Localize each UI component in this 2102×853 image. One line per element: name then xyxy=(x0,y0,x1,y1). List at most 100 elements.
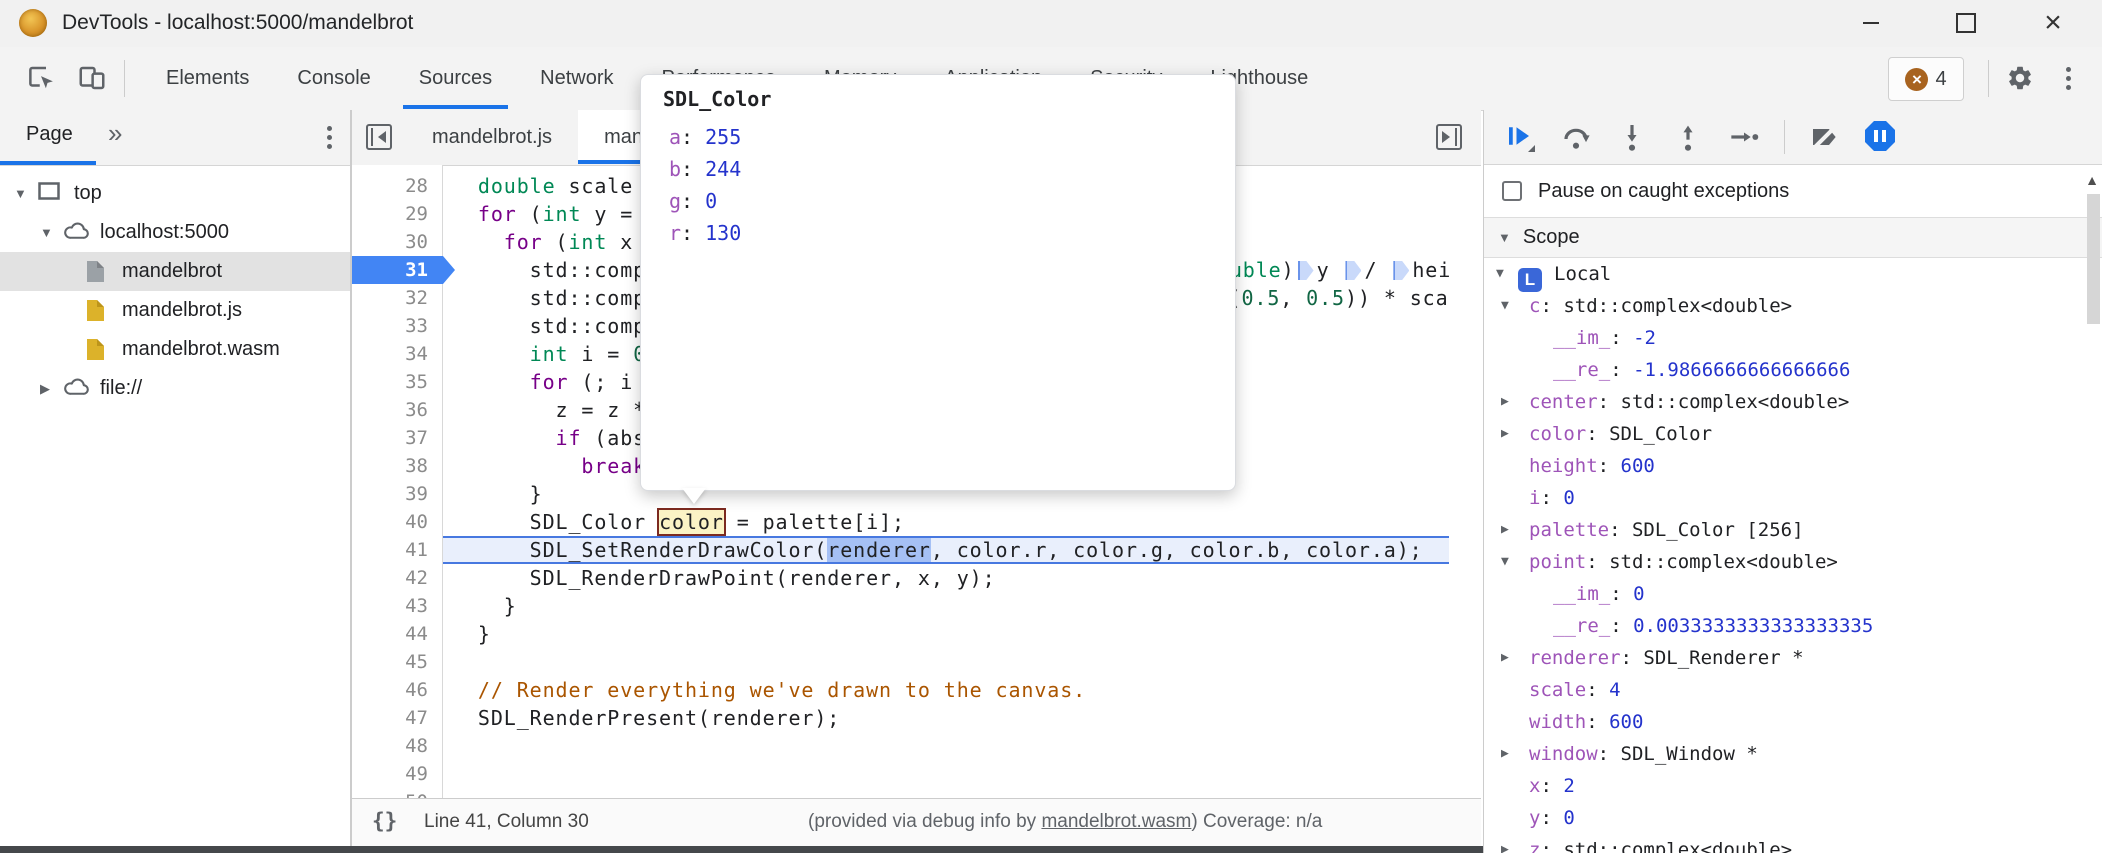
scope-row-Local[interactable]: ▼LLocal xyxy=(1484,258,2102,290)
step-into-icon[interactable] xyxy=(1616,121,1648,153)
code-line-49[interactable] xyxy=(443,760,1449,788)
chevron-down-icon[interactable]: ▼ xyxy=(14,186,27,201)
gutter-line-36[interactable]: 36 xyxy=(352,396,442,424)
chevron-right-icon[interactable]: ▶ xyxy=(1501,834,1509,853)
wasm-link[interactable]: mandelbrot.wasm xyxy=(1041,811,1191,832)
pause-on-caught-checkbox[interactable] xyxy=(1502,181,1522,201)
gutter-line-49[interactable]: 49 xyxy=(352,760,442,788)
resume-icon[interactable] xyxy=(1504,121,1536,153)
gear-icon[interactable] xyxy=(2006,64,2034,92)
minimize-button[interactable] xyxy=(1840,0,1902,46)
chevron-right-icon[interactable]: ▶ xyxy=(1501,738,1509,770)
chevron-right-icon[interactable]: ▶ xyxy=(1501,418,1509,450)
code-line-43[interactable]: } xyxy=(443,592,1449,620)
gutter-line-35[interactable]: 35 xyxy=(352,368,442,396)
selected-token-renderer[interactable]: renderer xyxy=(827,538,931,562)
step-icon[interactable] xyxy=(1728,121,1760,153)
step-out-icon[interactable] xyxy=(1672,121,1704,153)
scope-section-header[interactable]: ▼ Scope xyxy=(1484,217,2102,258)
kebab-menu-icon[interactable] xyxy=(2066,67,2071,90)
chevron-right-icon[interactable]: ▶ xyxy=(1501,642,1509,674)
code-line-45[interactable] xyxy=(443,648,1449,676)
tree-item-localhost-5000[interactable]: ▼localhost:5000 xyxy=(0,213,350,252)
deactivate-breakpoints-icon[interactable] xyxy=(1809,121,1841,153)
tab-console[interactable]: Console xyxy=(297,47,370,109)
chevron-down-icon[interactable]: ▼ xyxy=(40,225,53,240)
gutter-line-33[interactable]: 33 xyxy=(352,312,442,340)
scope-row-re[interactable]: __re_: 0.0033333333333333335 xyxy=(1484,610,2102,642)
pause-on-exceptions-icon[interactable] xyxy=(1865,121,1897,153)
gutter-line-47[interactable]: 47 xyxy=(352,704,442,732)
tab-page[interactable]: Page xyxy=(26,123,73,146)
tree-item-mandelbrot.wasm[interactable]: mandelbrot.wasm xyxy=(0,330,350,369)
scope-row-color[interactable]: ▶color: SDL_Color xyxy=(1484,418,2102,450)
gutter-line-39[interactable]: 39 xyxy=(352,480,442,508)
navigator-menu-icon[interactable] xyxy=(327,126,332,149)
scope-row-im[interactable]: __im_: -2 xyxy=(1484,322,2102,354)
code-line-50[interactable] xyxy=(443,788,1449,798)
gutter-line-40[interactable]: 40 xyxy=(352,508,442,536)
scope-row-z[interactable]: ▶z: std::complex<double> xyxy=(1484,834,2102,853)
gutter-line-43[interactable]: 43 xyxy=(352,592,442,620)
scope-row-x[interactable]: x: 2 xyxy=(1484,770,2102,802)
gutter-line-28[interactable]: 28 xyxy=(352,172,442,200)
scope-row-center[interactable]: ▶center: std::complex<double> xyxy=(1484,386,2102,418)
inspect-icon[interactable] xyxy=(26,63,56,93)
code-line-48[interactable] xyxy=(443,732,1449,760)
gutter-line-29[interactable]: 29 xyxy=(352,200,442,228)
gutter-line-48[interactable]: 48 xyxy=(352,732,442,760)
scope-row-height[interactable]: height: 600 xyxy=(1484,450,2102,482)
scope-row-renderer[interactable]: ▶renderer: SDL_Renderer * xyxy=(1484,642,2102,674)
scope-row-scale[interactable]: scale: 4 xyxy=(1484,674,2102,706)
chevron-down-icon[interactable]: ▼ xyxy=(1501,290,1509,322)
gutter-line-41[interactable]: 41 xyxy=(352,536,442,564)
device-toolbar-icon[interactable] xyxy=(77,63,107,93)
code-line-44[interactable]: } xyxy=(443,620,1449,648)
tab-network[interactable]: Network xyxy=(540,47,613,109)
gutter-line-38[interactable]: 38 xyxy=(352,452,442,480)
chevron-right-icon[interactable]: ▶ xyxy=(40,381,50,397)
scope-row-re[interactable]: __re_: -1.9866666666666666 xyxy=(1484,354,2102,386)
scope-row-c[interactable]: ▼c: std::complex<double> xyxy=(1484,290,2102,322)
gutter-line-44[interactable]: 44 xyxy=(352,620,442,648)
chevron-down-icon[interactable]: ▼ xyxy=(1501,546,1509,578)
hide-navigator-icon[interactable] xyxy=(366,124,392,150)
tree-item-mandelbrot.js[interactable]: mandelbrot.js xyxy=(0,291,350,330)
scope-scroll-thumb[interactable] xyxy=(2087,194,2100,324)
gutter-line-30[interactable]: 30 xyxy=(352,228,442,256)
show-debugger-icon[interactable] xyxy=(1436,124,1462,150)
gutter-line-45[interactable]: 45 xyxy=(352,648,442,676)
tree-item-top[interactable]: ▼top xyxy=(0,174,350,213)
scope-scroll-up-icon[interactable]: ▲ xyxy=(2085,172,2099,188)
chevron-right-icon[interactable]: ▶ xyxy=(1501,386,1509,418)
tree-item-mandelbrot[interactable]: mandelbrot xyxy=(0,252,350,291)
tab-elements[interactable]: Elements xyxy=(166,47,249,109)
scope-row-y[interactable]: y: 0 xyxy=(1484,802,2102,834)
gutter-line-46[interactable]: 46 xyxy=(352,676,442,704)
chevron-right-icon[interactable]: ▶ xyxy=(1501,514,1509,546)
gutter-line-50[interactable]: 50 xyxy=(352,788,442,798)
error-badge[interactable]: × 4 xyxy=(1888,57,1964,101)
gutter-line-37[interactable]: 37 xyxy=(352,424,442,452)
code-line-41[interactable]: SDL_SetRenderDrawColor(renderer, color.r… xyxy=(443,536,1449,564)
code-line-46[interactable]: // Render everything we've drawn to the … xyxy=(443,676,1449,704)
step-over-icon[interactable] xyxy=(1560,121,1592,153)
gutter-line-31[interactable]: 31 xyxy=(352,256,442,284)
code-line-42[interactable]: SDL_RenderDrawPoint(renderer, x, y); xyxy=(443,564,1449,592)
gutter-line-32[interactable]: 32 xyxy=(352,284,442,312)
line-number-gutter[interactable]: 2829303132333435363738394041424344454647… xyxy=(352,165,443,798)
pretty-print-icon[interactable]: {} xyxy=(372,809,397,833)
scope-row-width[interactable]: width: 600 xyxy=(1484,706,2102,738)
tree-item-file-[interactable]: ▶file:// xyxy=(0,369,350,408)
code-line-47[interactable]: SDL_RenderPresent(renderer); xyxy=(443,704,1449,732)
more-tabs-icon[interactable]: » xyxy=(108,118,122,149)
chevron-down-icon[interactable]: ▼ xyxy=(1496,258,1504,290)
scope-row-point[interactable]: ▼point: std::complex<double> xyxy=(1484,546,2102,578)
tab-sources[interactable]: Sources xyxy=(419,47,492,109)
code-line-40[interactable]: SDL_Color color = palette[i]; xyxy=(443,508,1449,536)
scope-row-i[interactable]: i: 0 xyxy=(1484,482,2102,514)
close-button[interactable]: × xyxy=(2022,0,2084,46)
scope-row-palette[interactable]: ▶palette: SDL_Color [256] xyxy=(1484,514,2102,546)
gutter-line-34[interactable]: 34 xyxy=(352,340,442,368)
gutter-line-42[interactable]: 42 xyxy=(352,564,442,592)
